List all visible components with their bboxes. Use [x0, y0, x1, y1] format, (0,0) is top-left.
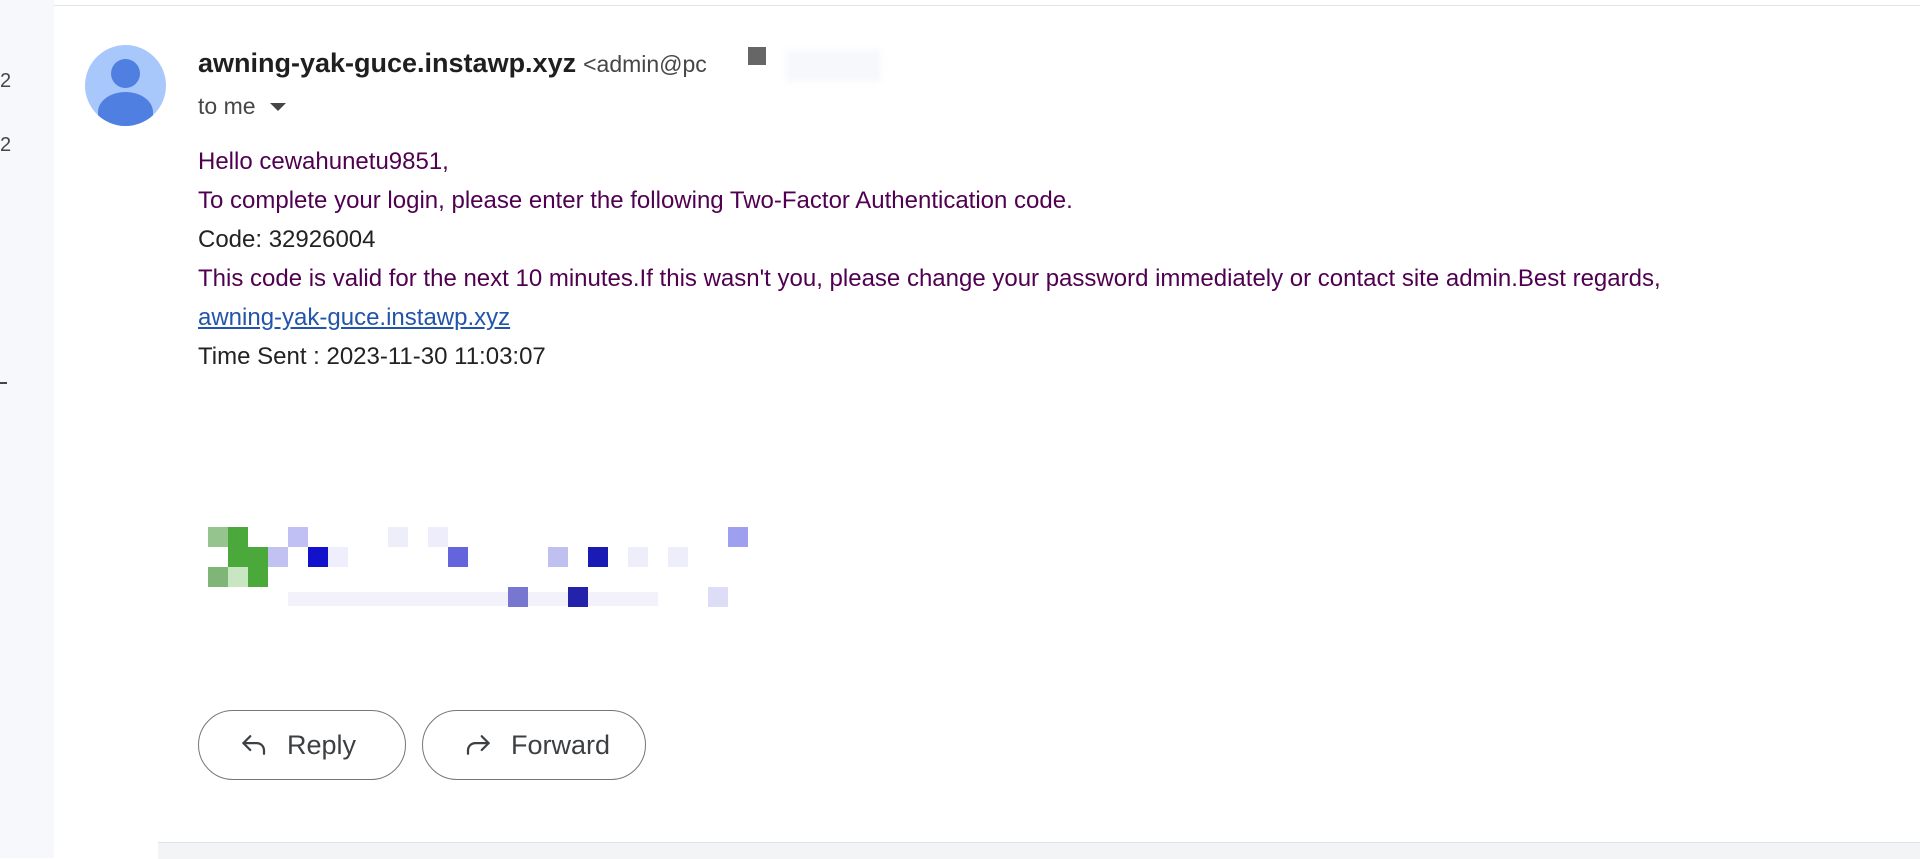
avatar-body: [98, 92, 153, 126]
blurred-region: [786, 50, 881, 82]
reply-arrow-icon: [242, 735, 266, 755]
caret-down-icon: [269, 102, 286, 111]
gutter-dash: [0, 382, 7, 384]
forward-button[interactable]: Forward: [422, 710, 646, 780]
greeting-line: Hello cewahunetu9851,: [198, 148, 449, 175]
gutter-mark: 2: [0, 70, 12, 92]
forward-label: Forward: [511, 729, 611, 760]
reply-button[interactable]: Reply: [198, 710, 406, 780]
sender-header: awning-yak-guce.instawp.xyz <admin@pc: [198, 48, 709, 82]
reply-label: Reply: [287, 729, 357, 760]
site-link[interactable]: awning-yak-guce.instawp.xyz: [198, 304, 510, 332]
recipient-details-toggle[interactable]: to me: [198, 93, 286, 120]
avatar-head: [111, 59, 140, 88]
instruction-line: To complete your login, please enter the…: [198, 187, 1073, 214]
left-gutter: 2 2: [0, 0, 54, 858]
redaction-block: [748, 47, 766, 65]
gutter-mark: 2: [0, 134, 12, 156]
sender-name[interactable]: awning-yak-guce.instawp.xyz: [198, 48, 576, 79]
sender-email[interactable]: <admin@pc: [583, 51, 709, 78]
recipient-label: to me: [198, 93, 256, 119]
validity-line: This code is valid for the next 10 minut…: [198, 265, 1661, 292]
pixelated-logo-image: [198, 525, 750, 607]
time-sent-line: Time Sent : 2023-11-30 11:03:07: [198, 343, 546, 370]
divider: [54, 5, 1920, 6]
sender-avatar-icon[interactable]: [85, 45, 166, 126]
bottom-panel-edge: [158, 842, 1920, 859]
code-line: Code: 32926004: [198, 226, 376, 253]
forward-arrow-icon: [466, 735, 490, 755]
